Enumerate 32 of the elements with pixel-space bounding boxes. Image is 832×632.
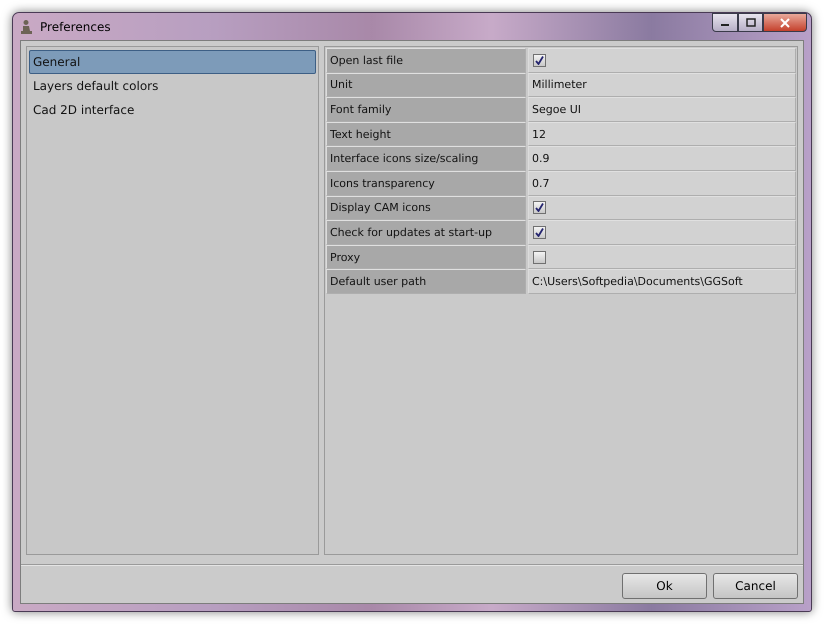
- property-value[interactable]: 12: [528, 122, 796, 146]
- property-name: Default user path: [326, 269, 526, 294]
- property-value[interactable]: Millimeter: [528, 72, 796, 98]
- close-button[interactable]: [763, 13, 807, 32]
- sidebar-item[interactable]: Cad 2D interface: [29, 98, 316, 122]
- maximize-icon: [746, 18, 756, 27]
- figure-icon: [20, 18, 34, 34]
- property-name: Check for updates at start-up: [326, 220, 526, 245]
- property-name: Text height: [326, 122, 526, 146]
- cancel-button[interactable]: Cancel: [713, 573, 798, 599]
- property-value[interactable]: C:\Users\Softpedia\Documents\GGSoft: [528, 269, 796, 294]
- close-icon: [779, 18, 791, 28]
- property-name: Interface icons size/scaling: [326, 146, 526, 171]
- minimize-button[interactable]: [712, 13, 738, 32]
- checkbox[interactable]: [533, 201, 546, 214]
- ok-button[interactable]: Ok: [622, 573, 707, 599]
- property-name: Open last file: [326, 48, 526, 73]
- checkbox[interactable]: [533, 250, 546, 264]
- property-name: Proxy: [326, 244, 526, 270]
- sidebar-item[interactable]: Layers default colors: [29, 74, 316, 98]
- property-name: Unit: [326, 72, 526, 98]
- sidebar-item[interactable]: General: [29, 50, 316, 74]
- property-name: Icons transparency: [326, 170, 526, 196]
- property-name: Font family: [326, 97, 526, 122]
- property-name: Display CAM icons: [326, 196, 526, 220]
- property-value[interactable]: 0.9: [528, 146, 796, 171]
- maximize-button[interactable]: [738, 13, 763, 32]
- checkbox[interactable]: [533, 54, 546, 67]
- property-value[interactable]: Segoe UI: [528, 97, 796, 122]
- property-value[interactable]: 0.7: [528, 170, 796, 196]
- window-title: Preferences: [40, 20, 111, 34]
- checkbox[interactable]: [533, 226, 546, 239]
